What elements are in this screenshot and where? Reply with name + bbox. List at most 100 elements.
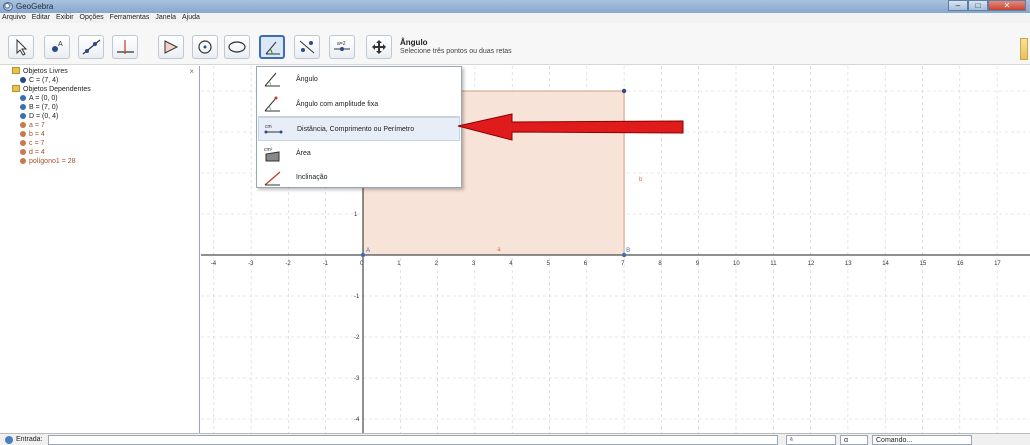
x-tick-label: 13 <box>845 261 852 267</box>
angle-icon <box>265 41 280 55</box>
x-tick-label: -4 <box>211 261 217 267</box>
x-tick-label: 5 <box>547 261 551 267</box>
window-title: GeoGebra <box>16 2 54 11</box>
tool-line[interactable] <box>78 35 104 59</box>
free-objects-header[interactable]: Objetos Livres <box>12 67 68 76</box>
area-icon: cm² <box>264 147 280 162</box>
algebra-item[interactable]: A = (0, 0) <box>20 94 58 103</box>
distance-icon: cm <box>264 124 283 134</box>
close-button[interactable]: ✕ <box>988 0 1026 11</box>
visibility-dot-icon[interactable] <box>20 131 26 137</box>
close-algebra-button[interactable]: × <box>189 67 194 76</box>
conic-icon <box>228 41 246 53</box>
dropdown-item-fixed-angle[interactable]: Ângulo com amplitude fixa <box>258 93 460 117</box>
input-label: Entrada: <box>16 436 43 443</box>
point-a[interactable] <box>360 252 366 258</box>
y-tick-label: 1 <box>354 212 358 218</box>
visibility-dot-icon[interactable] <box>20 104 26 110</box>
menu-exibir[interactable]: Exibir <box>56 13 74 23</box>
tool-circle[interactable] <box>192 35 218 59</box>
algebra-item[interactable]: polígono1 = 28 <box>20 157 76 166</box>
segment-b-label: b <box>639 177 643 183</box>
perpendicular-line-icon <box>117 40 134 54</box>
x-tick-label: 4 <box>509 261 513 267</box>
minimize-button[interactable]: – <box>948 0 968 11</box>
input-help-icon[interactable] <box>5 436 13 444</box>
x-tick-label: -1 <box>323 261 329 267</box>
x-tick-label: 2 <box>435 261 439 267</box>
title-bar: GeoGebra – □ ✕ <box>0 0 1030 13</box>
y-tick-label: -4 <box>354 417 360 423</box>
algebra-item[interactable]: c = 7 <box>20 139 44 148</box>
tool-move[interactable] <box>8 35 34 59</box>
x-tick-label: 15 <box>920 261 927 267</box>
algebra-item[interactable]: b = 4 <box>20 130 45 139</box>
menu-arquivo[interactable]: Arquivo <box>2 13 26 23</box>
tool-polygon[interactable] <box>158 35 184 59</box>
algebra-item[interactable]: a = 7 <box>20 121 45 130</box>
dropdown-item-angle[interactable]: Ângulo <box>258 68 460 92</box>
visibility-dot-icon[interactable] <box>20 158 26 164</box>
visibility-dot-icon[interactable] <box>20 149 26 155</box>
tool-conic[interactable] <box>224 35 250 59</box>
x-tick-label: 7 <box>621 261 625 267</box>
point-a-label: A <box>366 248 370 254</box>
visibility-dot-icon[interactable] <box>20 95 26 101</box>
y-tick-label: -1 <box>354 294 360 300</box>
dropdown-item-distance[interactable]: cm Distância, Comprimento ou Perímetro <box>258 117 460 141</box>
x-tick-label: -3 <box>248 261 254 267</box>
svg-text:A: A <box>58 41 63 48</box>
algebra-item[interactable]: C = (7, 4) <box>20 76 58 85</box>
tool-help-description: Selecione três pontos ou duas retas <box>400 48 512 55</box>
menu-ferramentas[interactable]: Ferramentas <box>110 13 150 23</box>
red-arrow-annotation <box>457 113 684 141</box>
point-c[interactable] <box>621 88 627 94</box>
maximize-button[interactable]: □ <box>968 0 988 11</box>
tool-help: Ângulo Selecione três pontos ou duas ret… <box>400 38 512 55</box>
dependent-objects-header[interactable]: Objetos Dependentes <box>12 85 91 94</box>
x-tick-label: 8 <box>658 261 662 267</box>
polygon-icon <box>164 40 179 54</box>
algebra-item[interactable]: D = (0, 4) <box>20 112 58 121</box>
x-tick-label: -2 <box>285 261 291 267</box>
undo-redo-icon[interactable] <box>1020 38 1028 60</box>
command-dropdown[interactable]: Comando... <box>872 435 972 445</box>
menu-editar[interactable]: Editar <box>32 13 50 23</box>
slope-icon <box>264 171 281 186</box>
reflect-icon <box>299 40 315 54</box>
y-tick-label: -2 <box>354 335 360 341</box>
visibility-dot-icon[interactable] <box>20 113 26 119</box>
x-tick-label: 10 <box>733 261 740 267</box>
tool-slider[interactable]: a=2 <box>329 35 355 59</box>
greek-dropdown[interactable]: α <box>840 435 868 445</box>
x-tick-label: 9 <box>696 261 700 267</box>
line-icon <box>82 39 101 55</box>
menu-bar: Arquivo Editar Exibir Opções Ferramentas… <box>0 13 1030 23</box>
menu-opcoes[interactable]: Opções <box>80 13 104 23</box>
tool-move-graphics[interactable] <box>366 35 392 59</box>
menu-janela[interactable]: Janela <box>155 13 176 23</box>
dropdown-item-slope[interactable]: Inclinação <box>258 166 460 190</box>
tool-reflect[interactable] <box>294 35 320 59</box>
symbol-dropdown[interactable]: ᵃ <box>786 435 836 445</box>
tool-angle[interactable] <box>259 35 285 59</box>
dropdown-item-area[interactable]: cm² Área <box>258 142 460 166</box>
tool-point[interactable]: A <box>44 35 70 59</box>
red-arrow-shape <box>457 113 684 141</box>
input-field[interactable] <box>48 435 778 445</box>
tool-perpendicular[interactable] <box>112 35 138 59</box>
visibility-dot-icon[interactable] <box>20 140 26 146</box>
algebra-item[interactable]: d = 4 <box>20 148 45 157</box>
visibility-dot-icon[interactable] <box>20 122 26 128</box>
x-tick-label: 14 <box>882 261 889 267</box>
tool-help-name: Ângulo <box>400 38 428 47</box>
x-tick-label: 3 <box>472 261 476 267</box>
x-tick-label: 16 <box>957 261 964 267</box>
folder-icon <box>12 85 20 92</box>
folder-icon <box>12 67 20 74</box>
menu-ajuda[interactable]: Ajuda <box>182 13 200 23</box>
cursor-arrow-icon <box>16 38 28 56</box>
algebra-view: × Objetos Livres C = (7, 4) Objetos Depe… <box>0 66 200 433</box>
visibility-dot-icon[interactable] <box>20 77 26 83</box>
algebra-item[interactable]: B = (7, 0) <box>20 103 58 112</box>
